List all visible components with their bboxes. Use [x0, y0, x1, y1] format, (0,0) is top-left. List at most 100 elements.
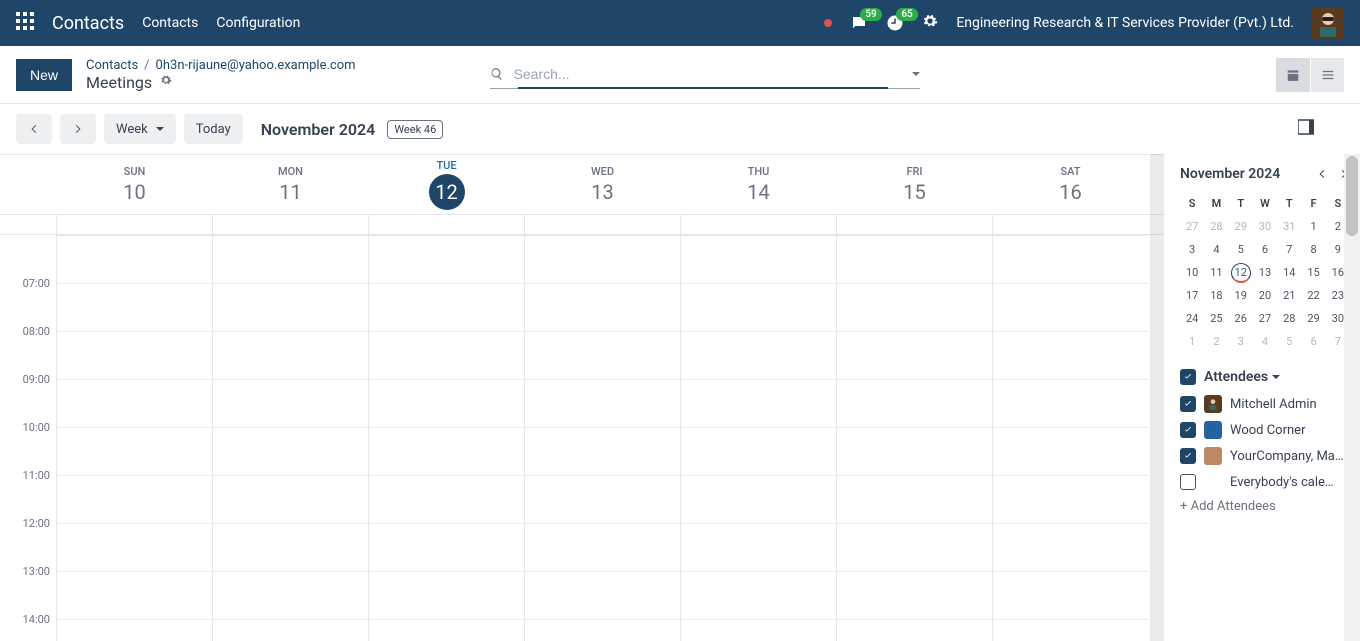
time-cell[interactable] [212, 475, 368, 523]
nav-contacts[interactable]: Contacts [142, 15, 198, 31]
nav-configuration[interactable]: Configuration [216, 15, 300, 31]
mini-day[interactable]: 7 [1277, 238, 1301, 261]
time-cell[interactable] [992, 331, 1148, 379]
time-cell[interactable] [56, 571, 212, 619]
mini-day[interactable]: 1 [1180, 330, 1204, 353]
time-cell[interactable] [212, 619, 368, 641]
mini-day[interactable]: 27 [1253, 307, 1277, 330]
mini-day[interactable]: 24 [1180, 307, 1204, 330]
mini-day[interactable]: 14 [1277, 261, 1301, 284]
time-cell[interactable] [992, 427, 1148, 475]
mini-day[interactable]: 28 [1277, 307, 1301, 330]
time-cell[interactable] [524, 475, 680, 523]
mini-day[interactable]: 28 [1204, 215, 1228, 238]
time-cell[interactable] [680, 475, 836, 523]
time-cell[interactable] [836, 427, 992, 475]
prev-button[interactable] [16, 114, 52, 144]
mini-day-today[interactable]: 12 [1231, 263, 1251, 283]
time-grid[interactable]: 07:0008:0009:0010:0011:0012:0013:0014:00 [0, 235, 1164, 641]
mini-day[interactable]: 5 [1229, 238, 1253, 261]
mini-day[interactable]: 1 [1301, 215, 1325, 238]
page-scrollbar[interactable] [1344, 154, 1360, 641]
new-button[interactable]: New [16, 59, 72, 91]
time-cell[interactable] [56, 619, 212, 641]
allday-cell[interactable] [992, 215, 1148, 234]
day-header[interactable]: MON11 [212, 155, 368, 214]
allday-cell[interactable] [524, 215, 680, 234]
time-cell[interactable] [56, 283, 212, 331]
mini-day[interactable]: 30 [1253, 215, 1277, 238]
mini-day[interactable]: 22 [1301, 284, 1325, 307]
attendee-row[interactable]: Everybody's cale… [1180, 473, 1350, 491]
time-cell[interactable] [212, 331, 368, 379]
time-cell[interactable] [368, 283, 524, 331]
mini-day[interactable]: 26 [1229, 307, 1253, 330]
time-cell[interactable] [524, 235, 680, 283]
time-cell[interactable] [992, 235, 1148, 283]
gear-icon[interactable] [922, 13, 938, 33]
mini-day[interactable]: 11 [1204, 261, 1228, 284]
time-cell[interactable] [212, 379, 368, 427]
time-cell[interactable] [368, 379, 524, 427]
mini-day[interactable]: 18 [1204, 284, 1228, 307]
time-cell[interactable] [56, 427, 212, 475]
time-cell[interactable] [992, 475, 1148, 523]
day-header[interactable]: SAT16 [992, 155, 1148, 214]
attendee-row[interactable]: YourCompany, Ma… [1180, 447, 1350, 465]
time-cell[interactable] [992, 619, 1148, 641]
mini-prev-icon[interactable] [1316, 168, 1328, 180]
time-cell[interactable] [368, 331, 524, 379]
time-cell[interactable] [836, 331, 992, 379]
time-cell[interactable] [524, 331, 680, 379]
mini-day[interactable]: 10 [1180, 261, 1204, 284]
time-cell[interactable] [680, 523, 836, 571]
time-cell[interactable] [992, 283, 1148, 331]
mini-day[interactable]: 8 [1301, 238, 1325, 261]
time-cell[interactable] [212, 523, 368, 571]
messages-icon[interactable]: 59 [850, 14, 868, 32]
attendee-checkbox[interactable] [1180, 422, 1196, 438]
search-input[interactable] [514, 60, 894, 88]
mini-day[interactable]: 4 [1253, 330, 1277, 353]
allday-cell[interactable] [56, 215, 212, 234]
time-cell[interactable] [524, 571, 680, 619]
time-cell[interactable] [680, 331, 836, 379]
time-cell[interactable] [680, 619, 836, 641]
time-cell[interactable] [836, 523, 992, 571]
mini-day[interactable]: 31 [1277, 215, 1301, 238]
time-cell[interactable] [680, 427, 836, 475]
add-attendees[interactable]: + Add Attendees [1180, 499, 1350, 514]
mini-day[interactable]: 29 [1301, 307, 1325, 330]
time-cell[interactable] [368, 475, 524, 523]
mini-day[interactable]: 15 [1301, 261, 1325, 284]
attendee-checkbox[interactable] [1180, 474, 1196, 490]
mini-day[interactable]: 6 [1253, 238, 1277, 261]
time-cell[interactable] [524, 427, 680, 475]
time-cell[interactable] [212, 235, 368, 283]
time-cell[interactable] [836, 571, 992, 619]
attendee-checkbox[interactable] [1180, 396, 1196, 412]
day-header[interactable]: THU14 [680, 155, 836, 214]
time-cell[interactable] [368, 235, 524, 283]
attendee-row[interactable]: Wood Corner [1180, 421, 1350, 439]
day-header[interactable]: SUN10 [56, 155, 212, 214]
time-cell[interactable] [524, 523, 680, 571]
attendees-header[interactable]: Attendees [1180, 369, 1350, 385]
mini-day[interactable]: 20 [1253, 284, 1277, 307]
time-cell[interactable] [368, 571, 524, 619]
time-cell[interactable] [56, 379, 212, 427]
mini-day[interactable]: 25 [1204, 307, 1228, 330]
time-cell[interactable] [56, 523, 212, 571]
attendee-row[interactable]: Mitchell Admin [1180, 395, 1350, 413]
user-avatar[interactable] [1312, 7, 1344, 39]
mini-day[interactable]: 13 [1253, 261, 1277, 284]
time-cell[interactable] [212, 427, 368, 475]
time-cell[interactable] [836, 379, 992, 427]
time-cell[interactable] [368, 427, 524, 475]
calendar-view-button[interactable] [1276, 58, 1310, 92]
mini-day[interactable]: 4 [1204, 238, 1228, 261]
attendee-checkbox[interactable] [1180, 448, 1196, 464]
time-cell[interactable] [524, 379, 680, 427]
mini-day[interactable]: 29 [1229, 215, 1253, 238]
day-header[interactable]: FRI15 [836, 155, 992, 214]
